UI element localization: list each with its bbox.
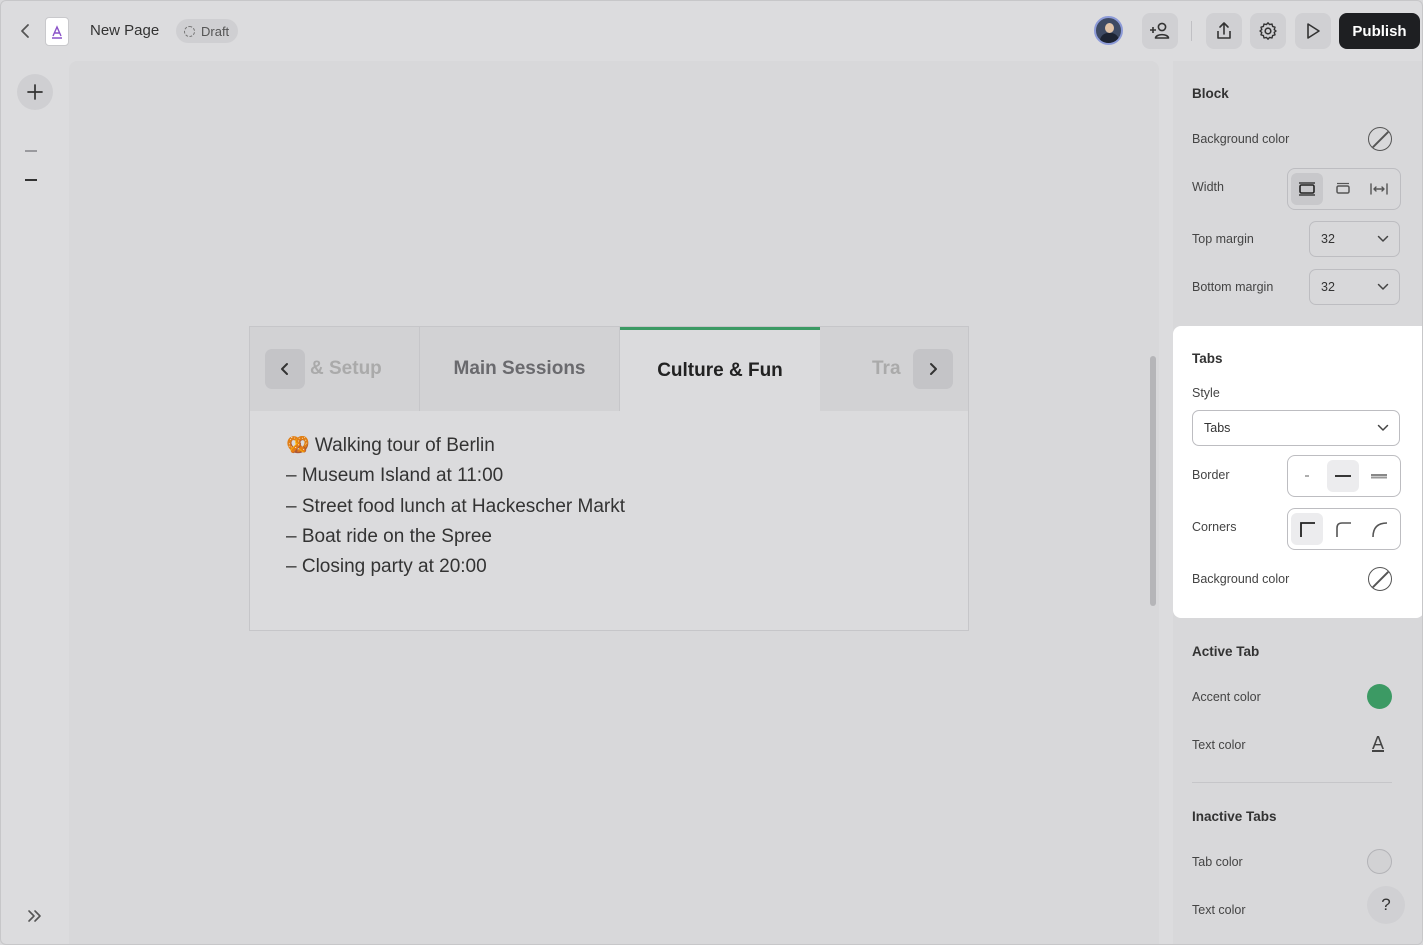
tab-label: & Setup — [310, 358, 382, 379]
tab-label: Main Sessions — [453, 358, 586, 379]
draft-status-icon — [184, 25, 195, 37]
chevron-right-icon — [930, 363, 937, 375]
page-doc-icon[interactable] — [45, 17, 69, 46]
gear-icon — [1259, 22, 1277, 40]
plus-icon — [27, 84, 43, 100]
properties-panel: Block Background color Width Top margin … — [1173, 61, 1422, 944]
tab-culture-fun[interactable]: Culture & Fun — [620, 327, 820, 411]
content-line: 🥨 Walking tour of Berlin — [286, 435, 495, 456]
tab-style-value: Tabs — [1204, 421, 1231, 435]
bottom-margin-label: Bottom margin — [1192, 280, 1274, 294]
tab-scroll-right-button[interactable] — [913, 349, 953, 389]
content-line: – Street food lunch at Hackescher Markt — [286, 495, 625, 517]
width-contained-icon[interactable] — [1291, 173, 1323, 205]
border-none-icon[interactable] — [1291, 460, 1323, 492]
active-tab-section-title: Active Tab — [1192, 644, 1260, 659]
outline-marker-active[interactable] — [25, 179, 37, 181]
block-bg-color-label: Background color — [1192, 132, 1290, 146]
app-window: New Page Draft Publish & Setup Main Sess… — [0, 0, 1423, 945]
back-icon[interactable] — [15, 20, 35, 42]
accent-color-label: Accent color — [1192, 690, 1261, 704]
width-full-icon[interactable] — [1363, 173, 1395, 205]
active-text-color-label: Text color — [1192, 738, 1246, 752]
top-margin-value: 32 — [1321, 232, 1335, 246]
content-line: – Closing party at 20:00 — [286, 556, 487, 578]
share-icon — [1217, 22, 1231, 39]
outline-marker[interactable] — [25, 150, 37, 152]
accent-color-swatch[interactable] — [1367, 684, 1392, 709]
bottom-margin-value: 32 — [1321, 280, 1335, 294]
corner-square-icon[interactable] — [1291, 513, 1323, 545]
tab-strip: & Setup Main Sessions Culture & Fun Tra — [250, 327, 968, 411]
tabs-block[interactable]: & Setup Main Sessions Culture & Fun Tra … — [249, 326, 969, 631]
add-user-icon — [1150, 22, 1170, 39]
add-block-button[interactable] — [17, 74, 53, 110]
width-label: Width — [1192, 180, 1224, 194]
corners-label: Corners — [1192, 520, 1237, 534]
tabs-bg-color-swatch[interactable] — [1368, 567, 1392, 591]
tabs-settings-card: Tabs Style Tabs Border Corners Backgroun… — [1173, 326, 1422, 618]
canvas-scrollbar[interactable] — [1150, 356, 1156, 606]
tab-style-select[interactable]: Tabs — [1192, 410, 1400, 446]
border-thin-icon[interactable] — [1327, 460, 1359, 492]
tabs-section-title: Tabs — [1192, 351, 1223, 366]
top-bar: New Page Draft Publish — [1, 1, 1422, 61]
block-bg-color-swatch[interactable] — [1368, 127, 1392, 151]
avatar[interactable] — [1094, 16, 1123, 45]
tab-scroll-left-button[interactable] — [265, 349, 305, 389]
width-selector — [1287, 168, 1401, 210]
block-section-title: Block — [1192, 86, 1229, 101]
preview-button[interactable] — [1295, 13, 1331, 49]
corner-round-icon[interactable] — [1363, 513, 1395, 545]
chevron-down-icon — [1377, 283, 1389, 290]
border-selector — [1287, 455, 1401, 497]
chevron-left-icon — [281, 363, 288, 375]
tabs-bg-color-label: Background color — [1192, 572, 1290, 586]
style-label: Style — [1192, 386, 1220, 400]
border-thick-icon[interactable] — [1363, 460, 1395, 492]
inactive-tabs-section-title: Inactive Tabs — [1192, 809, 1277, 824]
tab-label: Tra — [872, 358, 901, 379]
corners-selector — [1287, 508, 1401, 550]
content-line: – Boat ride on the Spree — [286, 525, 492, 547]
tab-color-label: Tab color — [1192, 855, 1243, 869]
publish-button[interactable]: Publish — [1339, 13, 1420, 49]
help-button[interactable]: ? — [1367, 886, 1405, 924]
chevron-down-icon — [1377, 424, 1389, 431]
toolbar-divider — [1191, 21, 1192, 41]
width-medium-icon[interactable] — [1327, 173, 1359, 205]
share-button[interactable] — [1206, 13, 1242, 49]
tab-label: Culture & Fun — [657, 359, 783, 381]
section-divider — [1192, 782, 1392, 783]
bottom-margin-select[interactable]: 32 — [1309, 269, 1400, 305]
tab-color-swatch[interactable] — [1367, 849, 1392, 874]
text-color-icon[interactable]: A — [1372, 733, 1384, 754]
top-margin-label: Top margin — [1192, 232, 1254, 246]
inactive-text-color-label: Text color — [1192, 903, 1246, 917]
top-margin-select[interactable]: 32 — [1309, 221, 1400, 257]
tab-content[interactable]: 🥨 Walking tour of Berlin – Museum Island… — [286, 431, 625, 582]
left-rail — [1, 61, 68, 944]
chevron-down-icon — [1377, 235, 1389, 242]
tab-main-sessions[interactable]: Main Sessions — [420, 327, 620, 411]
invite-user-button[interactable] — [1142, 13, 1178, 49]
content-line: – Museum Island at 11:00 — [286, 465, 504, 487]
status-label: Draft — [201, 23, 230, 39]
border-label: Border — [1192, 468, 1230, 482]
page-title[interactable]: New Page — [90, 22, 159, 39]
expand-sidebar-icon[interactable] — [25, 906, 45, 926]
settings-button[interactable] — [1250, 13, 1286, 49]
corner-rounded-icon[interactable] — [1327, 513, 1359, 545]
play-icon — [1307, 23, 1320, 39]
status-badge: Draft — [176, 19, 239, 43]
